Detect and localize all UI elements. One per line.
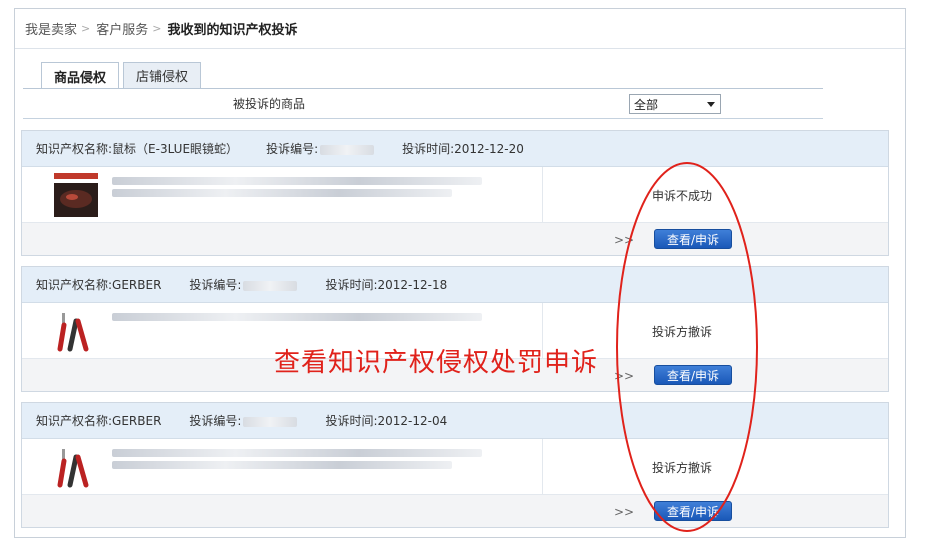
breadcrumb-separator: >	[81, 22, 91, 35]
complaint-number-field: 投诉编号:	[189, 412, 298, 429]
redacted-complaint-number	[243, 280, 298, 291]
redacted-complaint-number	[320, 144, 375, 155]
ip-name-label: 知识产权名称:	[36, 414, 113, 428]
complaint-card: 知识产权名称:鼠标（E-3LUE眼镜蛇） 投诉编号: 投诉时间:2012-12-…	[21, 130, 889, 256]
more-arrows: >>	[614, 505, 635, 519]
status-filter-value: 全部	[634, 97, 659, 112]
page-title: 我收到的知识产权投诉	[167, 23, 298, 38]
complaint-card-footer: >> 查看/申诉	[22, 223, 888, 255]
ip-name-field: 知识产权名称:GERBER	[36, 412, 161, 429]
complaint-card-header: 知识产权名称:鼠标（E-3LUE眼镜蛇） 投诉编号: 投诉时间:2012-12-…	[22, 131, 888, 167]
complaint-card-body: 投诉方撤诉	[22, 439, 888, 495]
list-header: 被投诉的商品 全部	[23, 89, 823, 119]
breadcrumb: 我是卖家 > 客户服务 > 我收到的知识产权投诉	[15, 9, 905, 49]
complaint-time-value: 2012-12-20	[454, 142, 524, 156]
redacted-product-title	[112, 189, 452, 197]
complaint-time-label: 投诉时间:	[402, 142, 455, 156]
tab-product-infringement[interactable]: 商品侵权	[41, 62, 120, 89]
complaint-time-value: 2012-12-04	[377, 414, 448, 428]
more-arrows: >>	[614, 369, 635, 383]
product-thumbnail-multitool[interactable]	[54, 445, 98, 489]
ip-name-value: GERBER	[112, 414, 162, 428]
ip-name-label: 知识产权名称:	[36, 142, 113, 156]
ip-name-field: 知识产权名称:GERBER	[36, 276, 161, 293]
ip-name-field: 知识产权名称:鼠标（E-3LUE眼镜蛇）	[36, 140, 238, 157]
tab-store-infringement[interactable]: 店铺侵权	[123, 62, 202, 88]
complaint-card-body: 申诉不成功	[22, 167, 888, 223]
complaint-time-field: 投诉时间:2012-12-20	[402, 140, 524, 157]
complaint-number-label: 投诉编号:	[189, 278, 242, 292]
column-divider	[542, 167, 543, 223]
product-thumbnail-mouse[interactable]	[54, 173, 98, 217]
complaint-card-header: 知识产权名称:GERBER 投诉编号: 投诉时间:2012-12-18	[22, 267, 888, 303]
redacted-product-title[interactable]	[112, 449, 482, 457]
view-appeal-button[interactable]: 查看/申诉	[654, 501, 732, 521]
redacted-product-title[interactable]	[112, 177, 482, 185]
annotation-caption: 查看知识产权侵权处罚申诉	[274, 348, 599, 378]
complaint-status: 申诉不成功	[652, 189, 713, 203]
complaint-number-field: 投诉编号:	[266, 140, 375, 157]
tab-bar: 商品侵权 店铺侵权	[41, 62, 205, 89]
redacted-complaint-number	[243, 416, 298, 427]
ip-name-value: GERBER	[112, 278, 162, 292]
complaint-time-value: 2012-12-18	[377, 278, 448, 292]
complaint-time-label: 投诉时间:	[325, 414, 378, 428]
complaint-time-label: 投诉时间:	[325, 278, 378, 292]
column-divider	[542, 439, 543, 495]
redacted-product-title	[112, 461, 452, 469]
complaint-status: 投诉方撤诉	[652, 325, 713, 339]
breadcrumb-separator: >	[152, 22, 162, 35]
main-frame: 我是卖家 > 客户服务 > 我收到的知识产权投诉 商品侵权 店铺侵权 被投诉的商…	[14, 8, 906, 538]
ip-name-value: 鼠标（E-3LUE眼镜蛇）	[112, 142, 239, 156]
breadcrumb-item-seller[interactable]: 我是卖家	[25, 19, 77, 38]
more-arrows: >>	[614, 233, 635, 247]
complaint-status: 投诉方撤诉	[652, 461, 713, 475]
dropdown-arrow-icon	[707, 102, 715, 107]
redacted-product-title[interactable]	[112, 313, 482, 321]
product-thumbnail-multitool[interactable]	[54, 309, 98, 353]
complaint-card-header: 知识产权名称:GERBER 投诉编号: 投诉时间:2012-12-04	[22, 403, 888, 439]
complaint-card-footer: >> 查看/申诉	[22, 495, 888, 527]
status-filter-select[interactable]: 全部	[629, 94, 721, 114]
complaint-number-label: 投诉编号:	[189, 414, 242, 428]
complaint-time-field: 投诉时间:2012-12-04	[325, 412, 447, 429]
breadcrumb-item-customer-service[interactable]: 客户服务	[96, 19, 148, 38]
view-appeal-button[interactable]: 查看/申诉	[654, 365, 732, 385]
view-appeal-button[interactable]: 查看/申诉	[654, 229, 732, 249]
column-header-product: 被投诉的商品	[233, 97, 306, 111]
complaint-number-field: 投诉编号:	[189, 276, 298, 293]
complaint-time-field: 投诉时间:2012-12-18	[325, 276, 447, 293]
complaint-card: 知识产权名称:GERBER 投诉编号: 投诉时间:2012-12-04 投诉方撤…	[21, 402, 889, 528]
complaint-number-label: 投诉编号:	[266, 142, 319, 156]
ip-name-label: 知识产权名称:	[36, 278, 113, 292]
